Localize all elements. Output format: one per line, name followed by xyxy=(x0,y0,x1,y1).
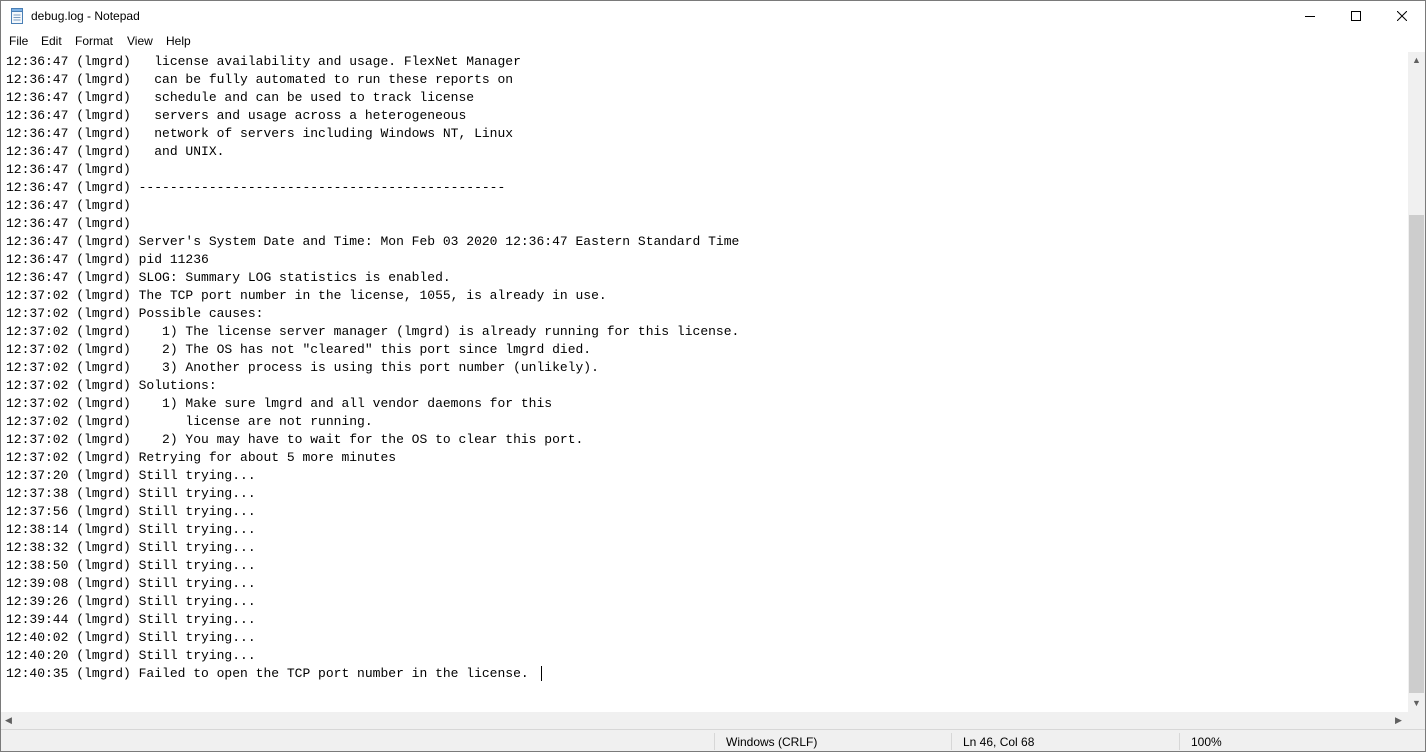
text-caret xyxy=(541,666,542,681)
scroll-up-icon[interactable]: ▲ xyxy=(1412,56,1421,65)
status-bar: Windows (CRLF) Ln 46, Col 68 100% xyxy=(1,729,1425,751)
text-line: 12:36:47 (lmgrd) pid 11236 xyxy=(6,252,209,267)
text-line: 12:37:02 (lmgrd) Solutions: xyxy=(6,378,217,393)
menu-format[interactable]: Format xyxy=(75,34,113,48)
text-line: 12:39:44 (lmgrd) Still trying... xyxy=(6,612,256,627)
text-line: 12:36:47 (lmgrd) network of servers incl… xyxy=(6,126,514,141)
text-line: 12:37:02 (lmgrd) license are not running… xyxy=(6,414,373,429)
menu-bar: File Edit Format View Help xyxy=(1,32,1425,51)
scroll-left-icon[interactable]: ◀ xyxy=(5,716,12,725)
text-line: 12:37:20 (lmgrd) Still trying... xyxy=(6,468,256,483)
text-line: 12:40:02 (lmgrd) Still trying... xyxy=(6,630,256,645)
text-line: 12:38:32 (lmgrd) Still trying... xyxy=(6,540,256,555)
text-line: 12:38:14 (lmgrd) Still trying... xyxy=(6,522,256,537)
close-icon xyxy=(1396,8,1408,26)
text-line: 12:39:08 (lmgrd) Still trying... xyxy=(6,576,256,591)
vertical-scrollbar[interactable]: ▲ ▼ xyxy=(1408,52,1425,712)
text-lines: 12:36:47 (lmgrd) license availability an… xyxy=(6,53,739,683)
text-line: 12:37:02 (lmgrd) 2) You may have to wait… xyxy=(6,432,584,447)
maximize-icon xyxy=(1351,8,1361,26)
minimize-icon xyxy=(1305,8,1315,26)
window-title: debug.log - Notepad xyxy=(31,9,140,23)
zoom-status: 100% xyxy=(1191,735,1222,749)
text-line: 12:36:47 (lmgrd) schedule and can be use… xyxy=(6,90,475,105)
text-line: 12:36:47 (lmgrd) servers and usage acros… xyxy=(6,108,467,123)
text-line: 12:36:47 (lmgrd) -----------------------… xyxy=(6,180,506,195)
text-line: 12:37:02 (lmgrd) Retrying for about 5 mo… xyxy=(6,450,397,465)
text-line: 12:36:47 (lmgrd) and UNIX. xyxy=(6,144,225,159)
text-line: 12:36:47 (lmgrd) xyxy=(6,198,131,213)
status-divider xyxy=(714,733,715,750)
cursor-position-status: Ln 46, Col 68 xyxy=(963,735,1035,749)
minimize-button[interactable] xyxy=(1287,1,1333,32)
notepad-icon xyxy=(10,8,24,24)
line-ending-status: Windows (CRLF) xyxy=(726,735,818,749)
status-divider xyxy=(1179,733,1180,750)
text-line: 12:37:02 (lmgrd) 2) The OS has not "clea… xyxy=(6,342,592,357)
text-line: 12:37:02 (lmgrd) Possible causes: xyxy=(6,306,264,321)
menu-view[interactable]: View xyxy=(127,34,153,48)
title-bar[interactable]: debug.log - Notepad xyxy=(1,1,1425,32)
text-line: 12:37:38 (lmgrd) Still trying... xyxy=(6,486,256,501)
text-line: 12:37:02 (lmgrd) 1) Make sure lmgrd and … xyxy=(6,396,553,411)
text-line: 12:37:02 (lmgrd) The TCP port number in … xyxy=(6,288,607,303)
text-line: 12:37:02 (lmgrd) 3) Another process is u… xyxy=(6,360,599,375)
menu-edit[interactable]: Edit xyxy=(41,34,62,48)
text-line: 12:39:26 (lmgrd) Still trying... xyxy=(6,594,256,609)
text-line: 12:36:47 (lmgrd) xyxy=(6,162,131,177)
menu-help[interactable]: Help xyxy=(166,34,191,48)
text-line: 12:40:35 (lmgrd) Failed to open the TCP … xyxy=(6,666,529,681)
text-line: 12:36:47 (lmgrd) license availability an… xyxy=(6,54,521,69)
text-line: 12:36:47 (lmgrd) Server's System Date an… xyxy=(6,234,740,249)
vertical-scroll-thumb[interactable] xyxy=(1409,215,1424,693)
text-line: 12:37:56 (lmgrd) Still trying... xyxy=(6,504,256,519)
menu-file[interactable]: File xyxy=(9,34,28,48)
text-editor[interactable]: 12:36:47 (lmgrd) license availability an… xyxy=(1,52,1408,712)
text-line: 12:36:47 (lmgrd) xyxy=(6,216,131,231)
text-line: 12:36:47 (lmgrd) SLOG: Summary LOG stati… xyxy=(6,270,451,285)
text-line: 12:40:20 (lmgrd) Still trying... xyxy=(6,648,256,663)
scrollbar-corner xyxy=(1408,712,1425,729)
text-line: 12:38:50 (lmgrd) Still trying... xyxy=(6,558,256,573)
text-line: 12:37:02 (lmgrd) 1) The license server m… xyxy=(6,324,740,339)
text-line: 12:36:47 (lmgrd) can be fully automated … xyxy=(6,72,514,87)
horizontal-scrollbar[interactable]: ◀ ▶ xyxy=(1,712,1408,729)
scroll-down-icon[interactable]: ▼ xyxy=(1412,699,1421,708)
maximize-button[interactable] xyxy=(1333,1,1379,32)
notepad-window: debug.log - Notepad File Edit Format Vie… xyxy=(0,0,1426,752)
scroll-right-icon[interactable]: ▶ xyxy=(1395,716,1402,725)
close-button[interactable] xyxy=(1379,1,1425,32)
status-divider xyxy=(951,733,952,750)
